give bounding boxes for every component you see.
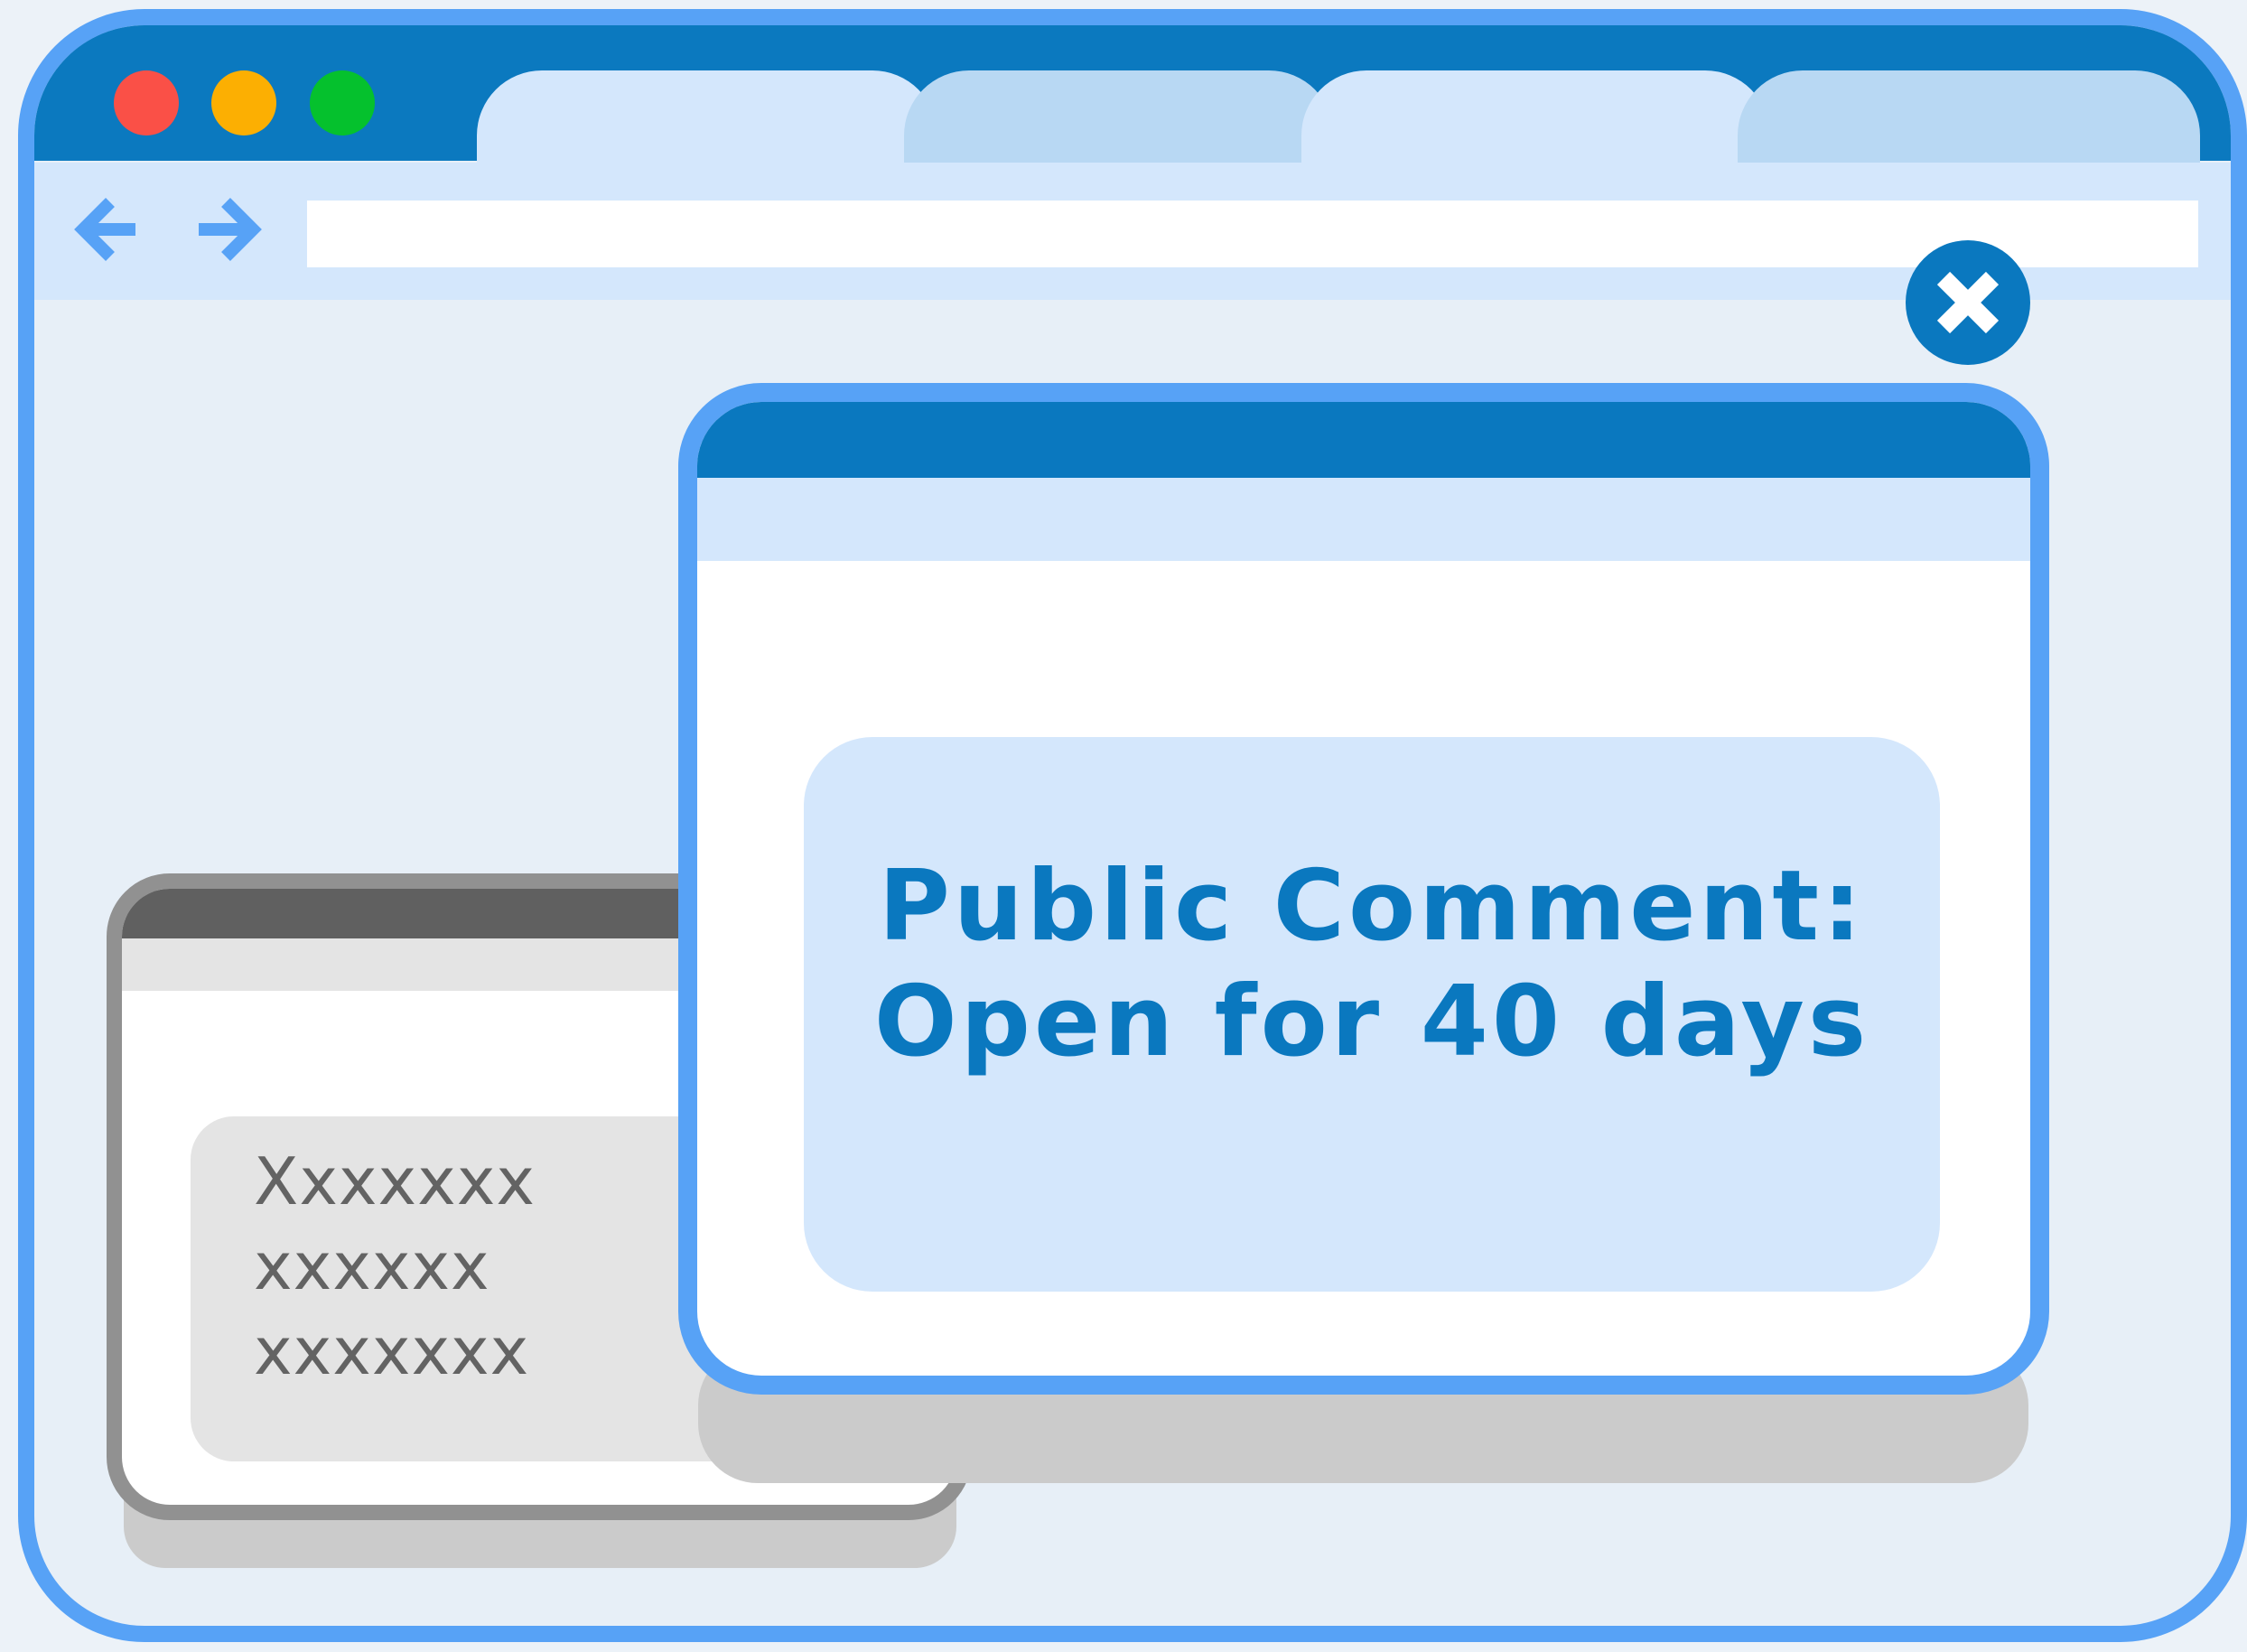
front-popup-toolbar — [697, 478, 2030, 561]
browser-titlebar — [34, 25, 2231, 164]
back-button[interactable] — [70, 186, 143, 276]
announcement-card: Public Comment: Open for 40 days — [804, 737, 1940, 1292]
placeholder-text-line: xxxxxx — [254, 1228, 490, 1304]
browser-toolbar — [34, 163, 2231, 300]
placeholder-text-line: xxxxxxx — [254, 1313, 530, 1389]
close-popup-button[interactable] — [1906, 240, 2030, 365]
window-minimize-light[interactable] — [211, 70, 276, 135]
front-popup-titlebar — [697, 402, 2030, 478]
front-popup-window: Public Comment: Open for 40 days — [678, 383, 2049, 1395]
window-maximize-light[interactable] — [310, 70, 375, 135]
window-close-light[interactable] — [114, 70, 179, 135]
browser-tab-4[interactable] — [1738, 70, 2200, 164]
browser-tab-3[interactable] — [1301, 70, 1770, 164]
arrow-right-icon — [199, 198, 262, 261]
close-x-icon — [1936, 271, 2000, 334]
announcement-subtitle: Open for 40 days — [873, 966, 1870, 1078]
browser-tab-1[interactable] — [477, 70, 937, 164]
placeholder-text-line: Xxxxxxx — [254, 1143, 536, 1219]
arrow-left-icon — [74, 198, 135, 261]
browser-tab-2[interactable] — [904, 70, 1334, 164]
forward-button[interactable] — [195, 186, 267, 276]
announcement-title: Public Comment: — [878, 850, 1866, 963]
